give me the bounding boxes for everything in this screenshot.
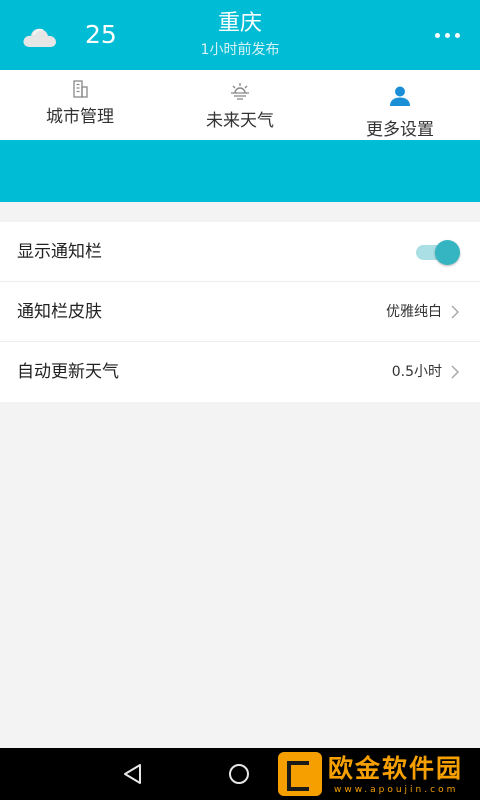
toggle-knob: [435, 240, 460, 265]
notification-toggle[interactable]: [416, 240, 460, 265]
tab-city-management[interactable]: 城市管理: [0, 70, 160, 140]
watermark-logo-icon: [278, 752, 322, 796]
chevron-right-icon: [451, 305, 460, 319]
banner: [0, 140, 480, 202]
tab-bar: 城市管理 未来天气 更多设置: [0, 70, 480, 140]
tab-label: 未来天气: [206, 111, 274, 131]
settings-list: 显示通知栏 通知栏皮肤 优雅纯白 自动更新天气 0.5小时: [0, 222, 480, 402]
city-name: 重庆: [217, 11, 262, 36]
setting-value: 优雅纯白: [386, 304, 442, 320]
chevron-right-icon: [451, 365, 460, 379]
tab-label: 更多设置: [366, 120, 434, 140]
setting-notification-skin[interactable]: 通知栏皮肤 优雅纯白: [0, 282, 480, 342]
publish-time: 1小时前发布: [200, 42, 280, 58]
home-icon[interactable]: [228, 763, 250, 785]
watermark-url: www.apoujin.com: [334, 785, 459, 795]
more-dots-icon: [435, 33, 440, 38]
app-header: 25 重庆 1小时前发布: [0, 0, 480, 70]
back-icon[interactable]: [122, 763, 144, 785]
cloud-icon: [23, 28, 56, 47]
setting-label: 通知栏皮肤: [17, 302, 102, 322]
setting-label: 自动更新天气: [17, 362, 119, 382]
temperature: 25: [85, 20, 117, 49]
tab-label: 城市管理: [46, 107, 114, 127]
watermark-text: 欧金软件园: [328, 754, 464, 783]
setting-auto-update[interactable]: 自动更新天气 0.5小时: [0, 342, 480, 402]
person-icon: [390, 86, 410, 106]
more-options-button[interactable]: [426, 22, 470, 48]
sunrise-icon: [231, 83, 249, 100]
setting-value: 0.5小时: [391, 364, 442, 380]
building-icon: [73, 80, 88, 98]
tab-future-weather[interactable]: 未来天气: [160, 70, 320, 140]
setting-label: 显示通知栏: [17, 242, 102, 262]
watermark: 欧金软件园 www.apoujin.com: [278, 752, 478, 798]
tab-more-settings[interactable]: 更多设置: [320, 70, 480, 140]
setting-show-notification[interactable]: 显示通知栏: [0, 222, 480, 282]
